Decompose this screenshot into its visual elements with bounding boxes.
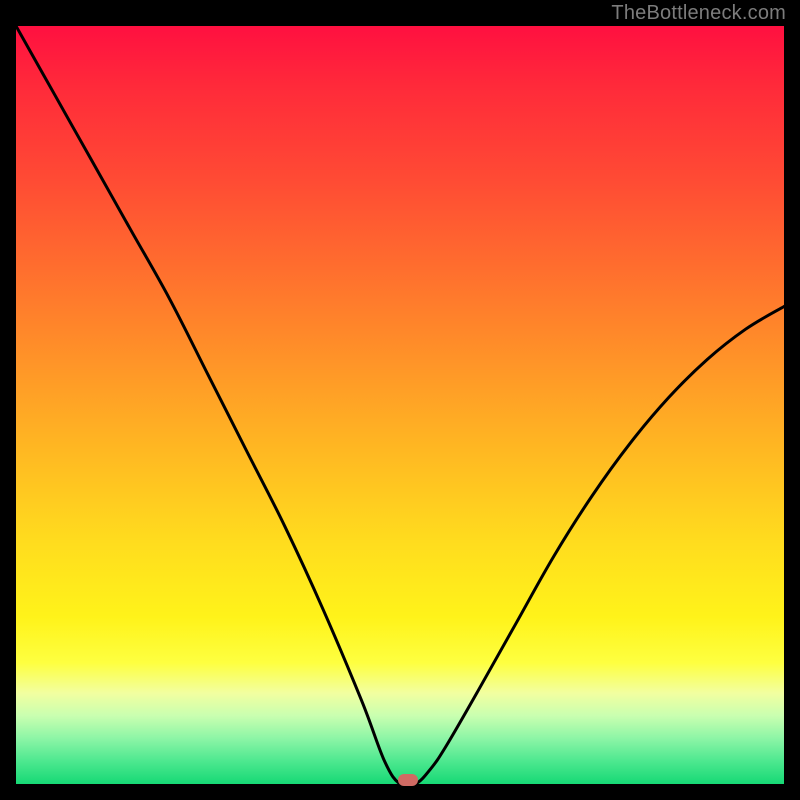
- minimum-marker: [398, 774, 418, 786]
- chart-frame: TheBottleneck.com: [0, 0, 800, 800]
- watermark-text: TheBottleneck.com: [611, 2, 786, 25]
- bottleneck-curve: [16, 26, 784, 784]
- plot-area: [16, 26, 784, 784]
